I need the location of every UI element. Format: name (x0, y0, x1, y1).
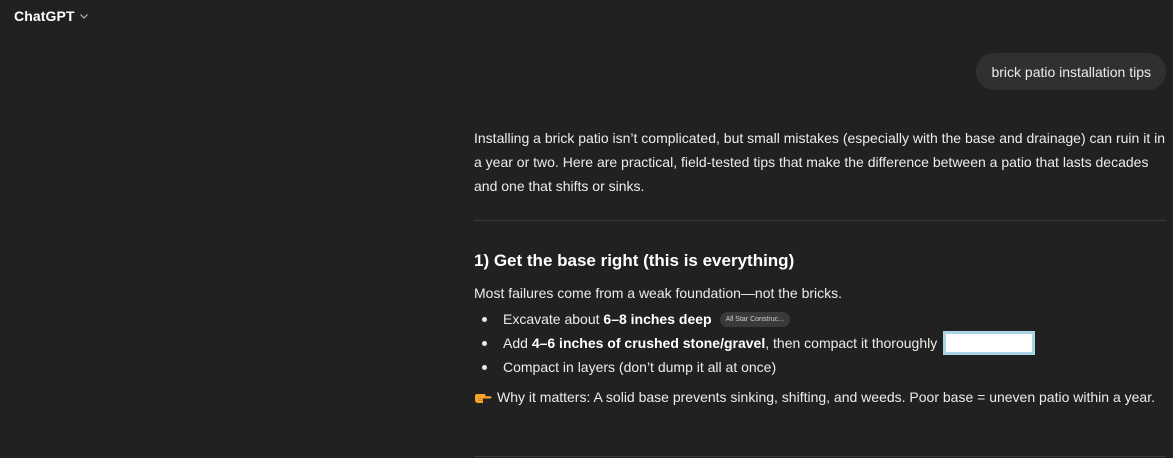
section-divider (474, 220, 1166, 221)
pointing-hand-icon (475, 394, 492, 403)
bullet-prefix: Excavate about (503, 311, 600, 327)
bullet-bold: 4–6 inches of crushed stone/gravel (531, 335, 766, 351)
list-item: Compact in layers (don’t dump it all at … (474, 355, 1166, 379)
list-item: Add 4–6 inches of crushed stone/gravel, … (474, 331, 1166, 355)
top-bar: ChatGPT (0, 0, 1173, 34)
assistant-intro: Installing a brick patio isn’t complicat… (474, 130, 1166, 194)
bullet-dot (482, 317, 487, 322)
bullet-suffix: , then compact it thoroughly (765, 335, 938, 351)
chevron-down-icon (79, 14, 88, 19)
highlight-box (943, 331, 1036, 355)
bullet-list: Excavate about 6–8 inches deep All Star … (474, 307, 1166, 379)
section-heading: 1) Get the base right (this is everythin… (474, 251, 795, 270)
section-lead: Most failures come from a weak foundatio… (474, 285, 843, 301)
section-divider (474, 456, 1166, 457)
user-message-bubble: brick patio installation tips (976, 53, 1166, 90)
bullet-prefix: Add (503, 335, 528, 351)
bullet-dot (482, 341, 487, 346)
source-citation-chip[interactable]: All Star Construc... (719, 311, 790, 327)
assistant-message: Installing a brick patio isn’t complicat… (474, 126, 1166, 409)
list-item: Excavate about 6–8 inches deep All Star … (474, 307, 1166, 331)
model-name: ChatGPT (14, 8, 75, 24)
model-switcher[interactable]: ChatGPT (14, 8, 89, 24)
bullet-dot (482, 365, 487, 370)
why-text: Why it matters: A solid base prevents si… (497, 389, 1155, 405)
why-it-matters: Why it matters: A solid base prevents si… (474, 385, 1166, 409)
bullet-bold: 6–8 inches deep (603, 311, 712, 327)
user-message-text: brick patio installation tips (991, 63, 1151, 80)
bullet-text: Compact in layers (don’t dump it all at … (503, 359, 777, 375)
